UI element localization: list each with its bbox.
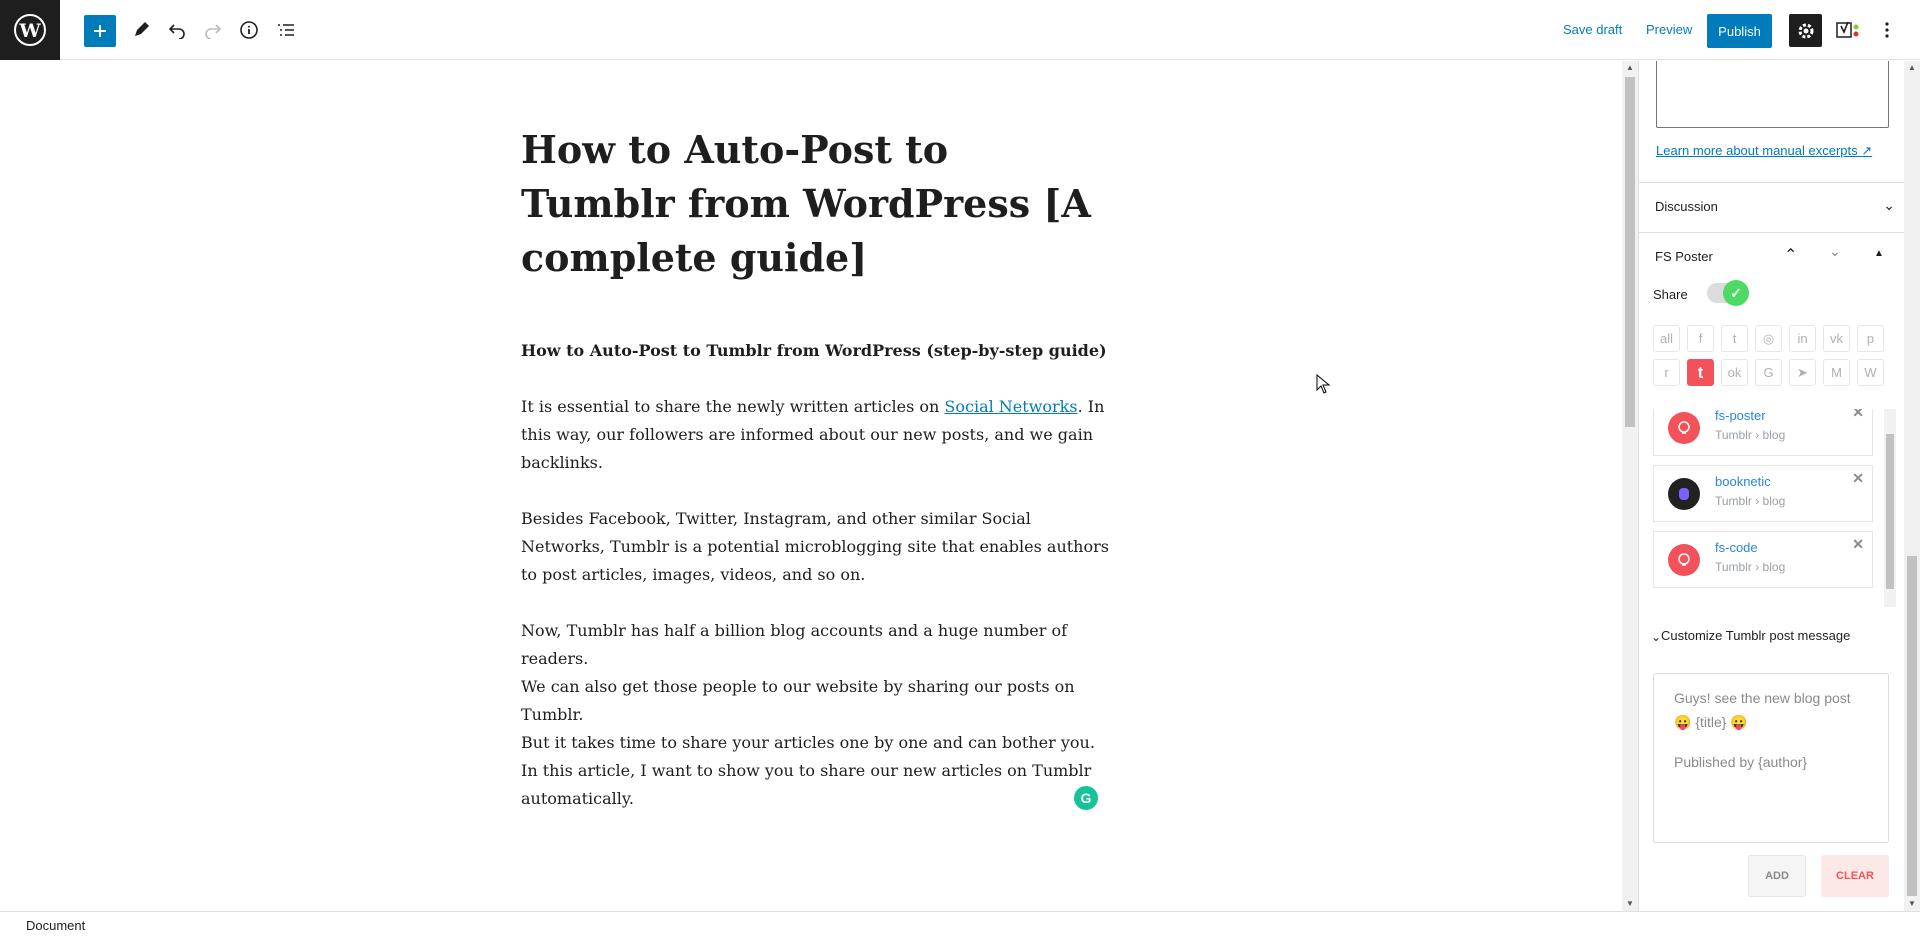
- list-view-icon[interactable]: [270, 14, 302, 46]
- vk-icon[interactable]: vk: [1823, 325, 1850, 352]
- message-line-2: Published by {author}: [1674, 754, 1808, 770]
- facebook-icon[interactable]: f: [1687, 325, 1714, 352]
- mouse-cursor-icon: [1316, 374, 1330, 394]
- account-subtitle: Tumblr › blog: [1715, 560, 1786, 574]
- learn-excerpts-text: Learn more about manual excerpts: [1656, 143, 1858, 158]
- collapse-triangle-icon[interactable]: ▲: [1874, 248, 1884, 259]
- network-all[interactable]: all: [1653, 325, 1680, 352]
- social-networks-link[interactable]: Social Networks: [944, 397, 1077, 416]
- account-subtitle: Tumblr › blog: [1715, 494, 1786, 508]
- preview-button[interactable]: Preview: [1646, 22, 1692, 37]
- add-button[interactable]: ADD: [1748, 855, 1806, 897]
- discussion-title: Discussion: [1655, 199, 1718, 214]
- fs-code-avatar: [1668, 544, 1700, 576]
- remove-close-icon[interactable]: ✕: [1852, 409, 1864, 421]
- message-line-1: Guys! see the new blog post 😛 {title} 😛: [1674, 690, 1851, 730]
- telegram-icon[interactable]: ➤: [1789, 359, 1816, 386]
- account-list-scrollbar[interactable]: [1884, 409, 1896, 607]
- editor-canvas: How to Auto-Post to Tumblr from WordPres…: [0, 61, 1622, 911]
- save-draft-button[interactable]: Save draft: [1563, 22, 1622, 37]
- remove-close-icon[interactable]: ✕: [1852, 536, 1864, 553]
- wordpress-icon[interactable]: W: [1857, 359, 1884, 386]
- excerpt-textarea[interactable]: [1656, 61, 1889, 128]
- account-subtitle: Tumblr › blog: [1715, 428, 1786, 442]
- account-list-scrollbar-thumb[interactable]: [1886, 434, 1894, 589]
- account-name[interactable]: fs-code: [1715, 540, 1758, 555]
- list-item[interactable]: fs-poster Tumblr › blog ✕: [1653, 409, 1873, 456]
- editor-scrollbar-thumb[interactable]: [1625, 77, 1635, 427]
- booknetic-avatar: [1668, 478, 1700, 510]
- yoast-seo-icon[interactable]: [1831, 14, 1863, 46]
- fs-poster-avatar: [1668, 412, 1700, 444]
- undo-icon[interactable]: [161, 14, 193, 46]
- medium-icon[interactable]: M: [1823, 359, 1850, 386]
- more-options-icon[interactable]: [1871, 14, 1903, 46]
- wordpress-logo-icon[interactable]: W: [0, 0, 60, 60]
- publish-button[interactable]: Publish: [1707, 14, 1772, 48]
- odnoklassniki-icon[interactable]: ok: [1721, 359, 1748, 386]
- post-message-textarea[interactable]: Guys! see the new blog post 😛 {title} 😛 …: [1653, 673, 1889, 843]
- chevron-down-icon[interactable]: ⌄: [1651, 630, 1661, 644]
- account-name[interactable]: booknetic: [1715, 474, 1771, 489]
- paragraph-5[interactable]: But it takes time to share your articles…: [521, 729, 1111, 813]
- instagram-icon[interactable]: ◎: [1755, 325, 1782, 352]
- tumblr-icon[interactable]: t: [1687, 359, 1714, 386]
- grammarly-icon[interactable]: G: [1074, 786, 1098, 810]
- scroll-down-icon[interactable]: ▼: [1625, 899, 1635, 909]
- sidebar-scrollbar[interactable]: ▲ ▼: [1904, 61, 1920, 911]
- share-label: Share: [1653, 287, 1688, 302]
- post-title[interactable]: How to Auto-Post to Tumblr from WordPres…: [521, 123, 1111, 285]
- scroll-up-icon[interactable]: ▲: [1907, 63, 1917, 73]
- twitter-icon[interactable]: t: [1721, 325, 1748, 352]
- scroll-down-icon[interactable]: ▼: [1907, 899, 1917, 909]
- editor-header: W Save draft Preview Publish: [0, 0, 1920, 60]
- scroll-up-icon[interactable]: ▲: [1625, 63, 1635, 73]
- check-icon: ✓: [1723, 280, 1749, 306]
- svg-text:W: W: [18, 20, 41, 42]
- paragraph-1-text-start: It is essential to share the newly writt…: [521, 397, 945, 416]
- block-breadcrumb-bar: Document: [0, 911, 1920, 937]
- edit-tools-pencil-icon[interactable]: [125, 14, 157, 46]
- reddit-icon[interactable]: r: [1653, 359, 1680, 386]
- paragraph-3[interactable]: Now, Tumblr has half a billion blog acco…: [521, 617, 1111, 673]
- chevron-up-icon[interactable]: ⌃: [1784, 245, 1797, 265]
- clear-button[interactable]: CLEAR: [1821, 855, 1889, 897]
- chevron-down-icon[interactable]: ⌄: [1829, 243, 1841, 260]
- linkedin-icon[interactable]: in: [1789, 325, 1816, 352]
- editor-scrollbar[interactable]: ▲ ▼: [1622, 61, 1638, 911]
- customize-message-toggle[interactable]: Customize Tumblr post message: [1661, 626, 1861, 645]
- add-block-button[interactable]: [84, 15, 116, 47]
- redo-icon[interactable]: [197, 14, 229, 46]
- fs-poster-panel[interactable]: FS Poster ⌃ ⌄ ▲: [1639, 232, 1905, 282]
- google-icon[interactable]: G: [1755, 359, 1782, 386]
- sidebar-scrollbar-thumb[interactable]: [1907, 556, 1917, 896]
- settings-sidebar: Learn more about manual excerpts ↗ Discu…: [1638, 61, 1920, 911]
- paragraph-4[interactable]: We can also get those people to our webs…: [521, 673, 1111, 729]
- breadcrumb[interactable]: Document: [26, 918, 85, 933]
- paragraph-1[interactable]: It is essential to share the newly writt…: [521, 393, 1111, 477]
- remove-close-icon[interactable]: ✕: [1852, 470, 1864, 487]
- paragraph-2[interactable]: Besides Facebook, Twitter, Instagram, an…: [521, 505, 1111, 589]
- settings-gear-icon[interactable]: [1789, 14, 1822, 47]
- fs-poster-title: FS Poster: [1655, 249, 1713, 264]
- discussion-panel[interactable]: Discussion ⌄: [1639, 182, 1905, 232]
- share-toggle[interactable]: ✓: [1707, 280, 1749, 306]
- details-info-icon[interactable]: [233, 14, 265, 46]
- paragraph-subtitle[interactable]: How to Auto-Post to Tumblr from WordPres…: [521, 337, 1111, 365]
- pinterest-icon[interactable]: p: [1857, 325, 1884, 352]
- list-item[interactable]: fs-code Tumblr › blog ✕: [1653, 531, 1873, 588]
- account-list: fs-poster Tumblr › blog ✕ booknetic Tumb…: [1653, 409, 1896, 607]
- learn-excerpts-link[interactable]: Learn more about manual excerpts ↗: [1656, 143, 1872, 159]
- account-name[interactable]: fs-poster: [1715, 409, 1766, 423]
- list-item[interactable]: booknetic Tumblr › blog ✕: [1653, 465, 1873, 522]
- external-link-icon: ↗: [1861, 143, 1873, 158]
- chevron-down-icon: ⌄: [1883, 197, 1895, 213]
